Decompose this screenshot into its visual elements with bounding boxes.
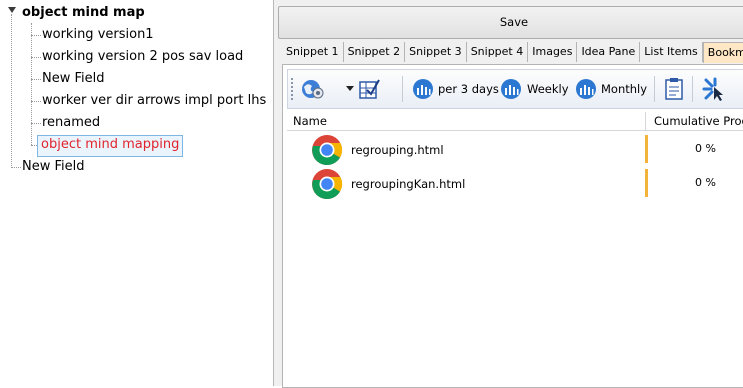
toolbar-separator [402, 76, 403, 102]
tree-connector [31, 57, 41, 58]
tab-strip: Snippet 1 Snippet 2 Snippet 3 Snippet 4 … [282, 42, 743, 63]
tab-list-items[interactable]: List Items [640, 42, 703, 62]
progress-value: 0 % [695, 142, 716, 155]
chart-bubble-icon [413, 79, 433, 99]
save-button[interactable]: Save [278, 6, 743, 39]
tree-node[interactable]: New Field [42, 69, 105, 89]
globe-settings-icon [302, 80, 324, 99]
monthly-button[interactable]: Monthly [575, 70, 647, 108]
bookmarks-toolbar: per 3 days Weekly Monthly [287, 69, 743, 109]
column-header-progress[interactable]: Cumulative Progress [645, 112, 743, 130]
monthly-label: Monthly [601, 82, 648, 96]
progress-cell: 0 % [645, 135, 743, 163]
grid-header: Name Cumulative Progress [287, 112, 743, 131]
tree-node-selected[interactable]: object mind mapping [37, 135, 184, 157]
tree-node[interactable]: working version 2 pos sav load [42, 47, 243, 67]
chart-bubble-icon [576, 79, 596, 99]
tree-connector [31, 35, 41, 36]
file-name: regrouping.html [351, 143, 444, 157]
progress-value: 0 % [695, 176, 716, 189]
per-3-days-button[interactable]: per 3 days [412, 70, 499, 108]
table-row[interactable]: regrouping.html 0 % [287, 133, 743, 167]
tree-node[interactable]: working version1 [42, 25, 154, 45]
toolbar-separator [654, 76, 655, 102]
tree-node[interactable]: worker ver dir arrows impl port lhs [42, 91, 266, 111]
collapse-arrow-icon[interactable] [8, 7, 16, 13]
tab-images[interactable]: Images [528, 42, 578, 62]
tab-snippet-3[interactable]: Snippet 3 [405, 42, 467, 62]
tree-connector [31, 123, 41, 124]
tab-snippet-1[interactable]: Snippet 1 [282, 42, 344, 62]
add-bookmark-button[interactable] [300, 70, 326, 108]
tab-idea-pane[interactable]: Idea Pane [577, 42, 641, 62]
tree-root-label[interactable]: object mind map [22, 3, 145, 23]
tab-bookmarks[interactable]: Bookmarks [702, 42, 743, 63]
weekly-button[interactable]: Weekly [500, 70, 569, 108]
tab-snippet-2[interactable]: Snippet 2 [344, 42, 406, 62]
chrome-icon [312, 135, 343, 166]
navigate-button[interactable] [702, 70, 728, 108]
file-name: regroupingKan.html [351, 177, 466, 191]
tree-connector [31, 23, 32, 145]
tree-connector [31, 79, 41, 80]
right-pane: Save Snippet 1 Snippet 2 Snippet 3 Snipp… [278, 0, 743, 388]
edit-list-button[interactable] [358, 70, 382, 108]
toolbar-separator [692, 76, 693, 102]
tree-connector [11, 14, 12, 166]
notes-button[interactable] [663, 70, 685, 108]
weekly-label: Weekly [527, 82, 569, 96]
per-3-days-label: per 3 days [438, 82, 499, 96]
bookmarks-panel: per 3 days Weekly Monthly Name Cumulativ… [282, 64, 743, 388]
tree-node[interactable]: New Field [22, 157, 85, 177]
tab-snippet-4[interactable]: Snippet 4 [467, 42, 529, 62]
progress-cell: 0 % [645, 169, 743, 197]
checklist-icon [359, 79, 380, 99]
clipboard-icon [665, 78, 683, 100]
dropdown-arrow-icon[interactable] [346, 70, 354, 108]
mind-map-tree: object mind map working version1 working… [0, 0, 273, 386]
toolbar-grip[interactable] [291, 78, 295, 100]
tree-node[interactable]: renamed [42, 113, 100, 133]
tree-connector [31, 101, 41, 102]
chart-bubble-icon [501, 79, 521, 99]
chrome-icon [312, 169, 343, 200]
column-header-name[interactable]: Name [293, 114, 327, 128]
tree-connector [11, 167, 21, 168]
cursor-burst-icon [702, 77, 723, 101]
table-row[interactable]: regroupingKan.html 0 % [287, 167, 743, 201]
